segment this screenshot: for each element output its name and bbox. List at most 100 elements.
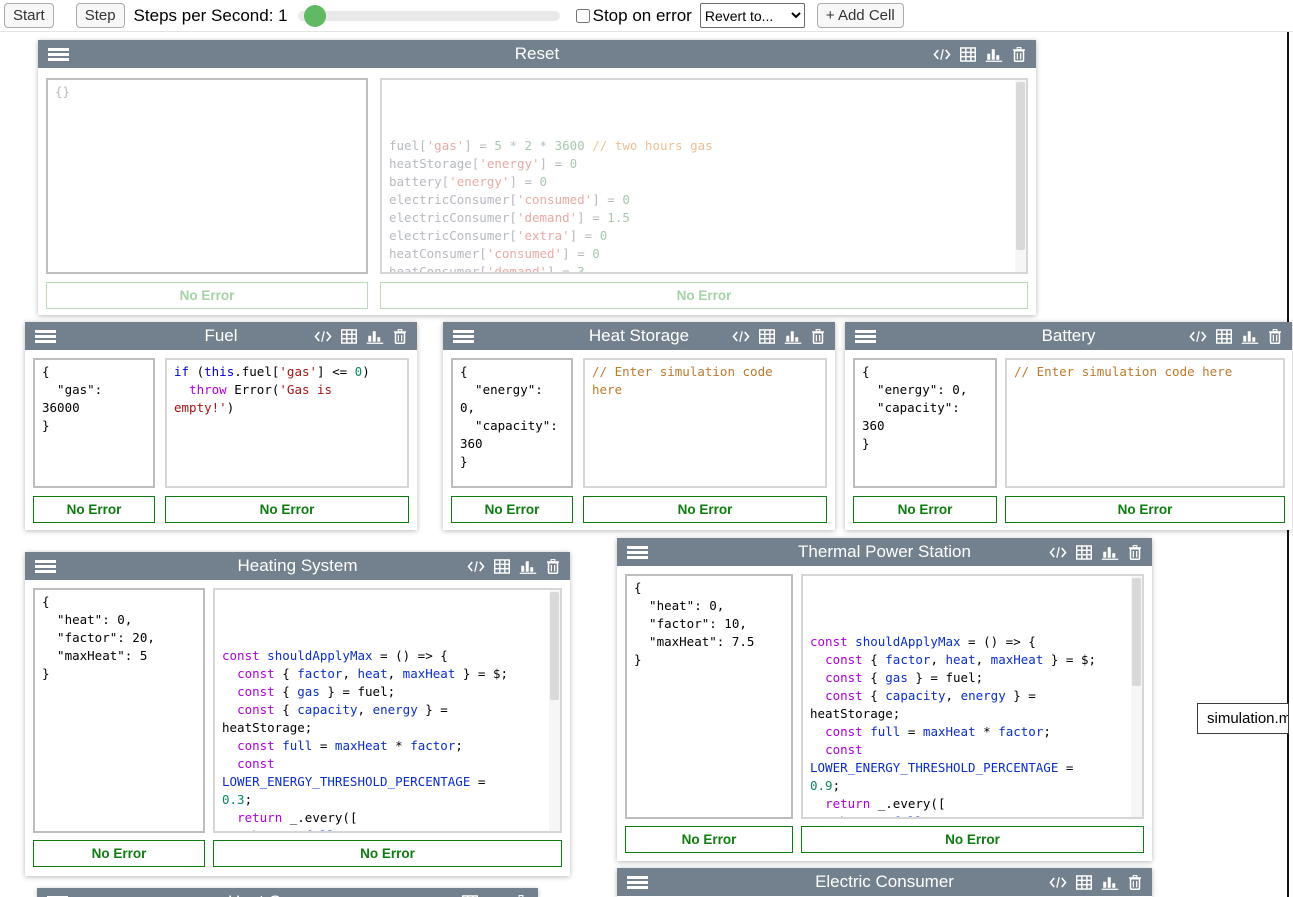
- scrollbar-thumb[interactable]: [1132, 578, 1141, 686]
- chart-view-icon[interactable]: [519, 559, 537, 574]
- code-view-icon[interactable]: [467, 559, 485, 574]
- code-error-status: No Error: [213, 840, 562, 867]
- state-editor[interactable]: { "heat": 0, "factor": 10, "maxHeat": 7.…: [625, 574, 793, 819]
- code-error-status: No Error: [165, 496, 409, 523]
- code-error-status: No Error: [1005, 496, 1285, 523]
- code-view-icon[interactable]: [314, 329, 332, 344]
- drag-handle-icon[interactable]: [627, 546, 648, 559]
- cell-header: Heat Consumer: [37, 888, 538, 897]
- scrollbar[interactable]: [1131, 576, 1142, 817]
- code-view-icon[interactable]: [1189, 329, 1207, 344]
- cell-battery: Battery { "energy": 0, "capacity":360} /…: [845, 322, 1292, 530]
- state-error-status: No Error: [625, 826, 793, 853]
- cell-reset: Reset {} fuel['gas'] = 5 * 2 * 3600 // t…: [38, 40, 1036, 315]
- simulation-app: Start Step Steps per Second: 1 Stop on e…: [0, 0, 1293, 897]
- state-error-status: No Error: [853, 496, 997, 523]
- cell-header: Battery: [845, 322, 1292, 350]
- cell-fuel: Fuel { "gas":36000} if (this.fuel['gas']…: [25, 322, 417, 530]
- steps-per-second-label: Steps per Second: 1: [134, 6, 288, 26]
- code-view-icon[interactable]: [1049, 875, 1067, 890]
- scrollbar[interactable]: [549, 590, 560, 831]
- state-editor[interactable]: { "energy": 0, "capacity":360}: [853, 358, 997, 488]
- cell-header: Thermal Power Station: [617, 538, 1152, 566]
- cell-heat-storage: Heat Storage { "energy":0, "capacity":36…: [443, 322, 835, 530]
- code-view-icon[interactable]: [933, 47, 951, 62]
- scrollbar-thumb[interactable]: [550, 592, 559, 700]
- chart-view-icon[interactable]: [1101, 545, 1119, 560]
- toolbar: Start Step Steps per Second: 1 Stop on e…: [0, 0, 1293, 32]
- table-view-icon[interactable]: [960, 47, 976, 62]
- chart-view-icon[interactable]: [1101, 875, 1119, 890]
- stop-on-error-label: Stop on error: [593, 6, 692, 26]
- code-view-icon[interactable]: [1049, 545, 1067, 560]
- table-view-icon[interactable]: [1216, 329, 1232, 344]
- delete-cell-icon[interactable]: [1128, 875, 1142, 890]
- header-icon-group: [467, 559, 560, 574]
- header-icon-group: [1189, 329, 1282, 344]
- revert-select[interactable]: Revert to...: [700, 3, 805, 28]
- add-cell-button[interactable]: + Add Cell: [817, 3, 904, 28]
- table-view-icon[interactable]: [1076, 545, 1092, 560]
- delete-cell-icon[interactable]: [546, 559, 560, 574]
- chart-view-icon[interactable]: [784, 329, 802, 344]
- header-icon-group: [732, 329, 825, 344]
- drag-handle-icon[interactable]: [35, 560, 56, 573]
- state-error-status: No Error: [33, 496, 155, 523]
- delete-cell-icon[interactable]: [1128, 545, 1142, 560]
- step-button[interactable]: Step: [76, 3, 125, 28]
- table-view-icon[interactable]: [759, 329, 775, 344]
- table-view-icon[interactable]: [341, 329, 357, 344]
- speed-slider-thumb[interactable]: [304, 5, 326, 27]
- state-error-status: No Error: [33, 840, 205, 867]
- cell-electric-consumer: Electric Consumer: [617, 868, 1152, 897]
- header-icon-group: [314, 329, 407, 344]
- file-tooltip: simulation.m: [1197, 703, 1289, 734]
- code-error-status: No Error: [380, 282, 1028, 309]
- header-icon-group: [1049, 545, 1142, 560]
- chart-view-icon[interactable]: [366, 329, 384, 344]
- table-view-icon[interactable]: [494, 559, 510, 574]
- drag-handle-icon[interactable]: [627, 876, 648, 889]
- code-view-icon[interactable]: [732, 329, 750, 344]
- steps-per-second-value: 1: [278, 6, 287, 25]
- chart-view-icon[interactable]: [1241, 329, 1259, 344]
- cell-title: Reset: [38, 44, 1036, 64]
- delete-cell-icon[interactable]: [393, 329, 407, 344]
- cell-heat-consumer: Heat Consumer: [37, 888, 538, 897]
- speed-slider[interactable]: [298, 11, 560, 21]
- chart-view-icon[interactable]: [985, 47, 1003, 62]
- cell-header: Reset: [38, 40, 1036, 68]
- state-editor[interactable]: { "energy":0, "capacity":360}: [451, 358, 573, 488]
- delete-cell-icon[interactable]: [811, 329, 825, 344]
- start-button[interactable]: Start: [4, 3, 54, 28]
- cell-header: Heat Storage: [443, 322, 835, 350]
- state-editor[interactable]: { "gas":36000}: [33, 358, 155, 488]
- state-editor[interactable]: { "heat": 0, "factor": 20, "maxHeat": 5}: [33, 588, 205, 833]
- cell-header: Heating System: [25, 552, 570, 580]
- drag-handle-icon[interactable]: [35, 330, 56, 343]
- code-editor[interactable]: fuel['gas'] = 5 * 2 * 3600 // two hours …: [380, 78, 1028, 274]
- drag-handle-icon[interactable]: [48, 48, 69, 61]
- table-view-icon[interactable]: [1076, 875, 1092, 890]
- delete-cell-icon[interactable]: [1012, 47, 1026, 62]
- code-editor[interactable]: if (this.fuel['gas'] <= 0) throw Error('…: [165, 358, 409, 488]
- delete-cell-icon[interactable]: [1268, 329, 1282, 344]
- code-editor[interactable]: // Enter simulation codehere: [583, 358, 827, 488]
- scrollbar-thumb[interactable]: [1016, 82, 1025, 250]
- cell-header: Electric Consumer: [617, 868, 1152, 896]
- state-error-status: No Error: [46, 282, 368, 309]
- code-editor[interactable]: const shouldApplyMax = () => { const { f…: [801, 574, 1144, 819]
- header-icon-group: [933, 47, 1026, 62]
- cell-heating-system: Heating System { "heat": 0, "factor": 20…: [25, 552, 570, 876]
- stop-on-error-checkbox[interactable]: [576, 9, 590, 23]
- state-error-status: No Error: [451, 496, 573, 523]
- code-error-status: No Error: [583, 496, 827, 523]
- cell-thermal-power-station: Thermal Power Station { "heat": 0, "fact…: [617, 538, 1152, 861]
- drag-handle-icon[interactable]: [855, 330, 876, 343]
- code-editor[interactable]: // Enter simulation code here: [1005, 358, 1285, 488]
- drag-handle-icon[interactable]: [453, 330, 474, 343]
- state-editor[interactable]: {}: [46, 78, 368, 274]
- code-editor[interactable]: const shouldApplyMax = () => { const { f…: [213, 588, 562, 833]
- code-error-status: No Error: [801, 826, 1144, 853]
- scrollbar[interactable]: [1015, 80, 1026, 272]
